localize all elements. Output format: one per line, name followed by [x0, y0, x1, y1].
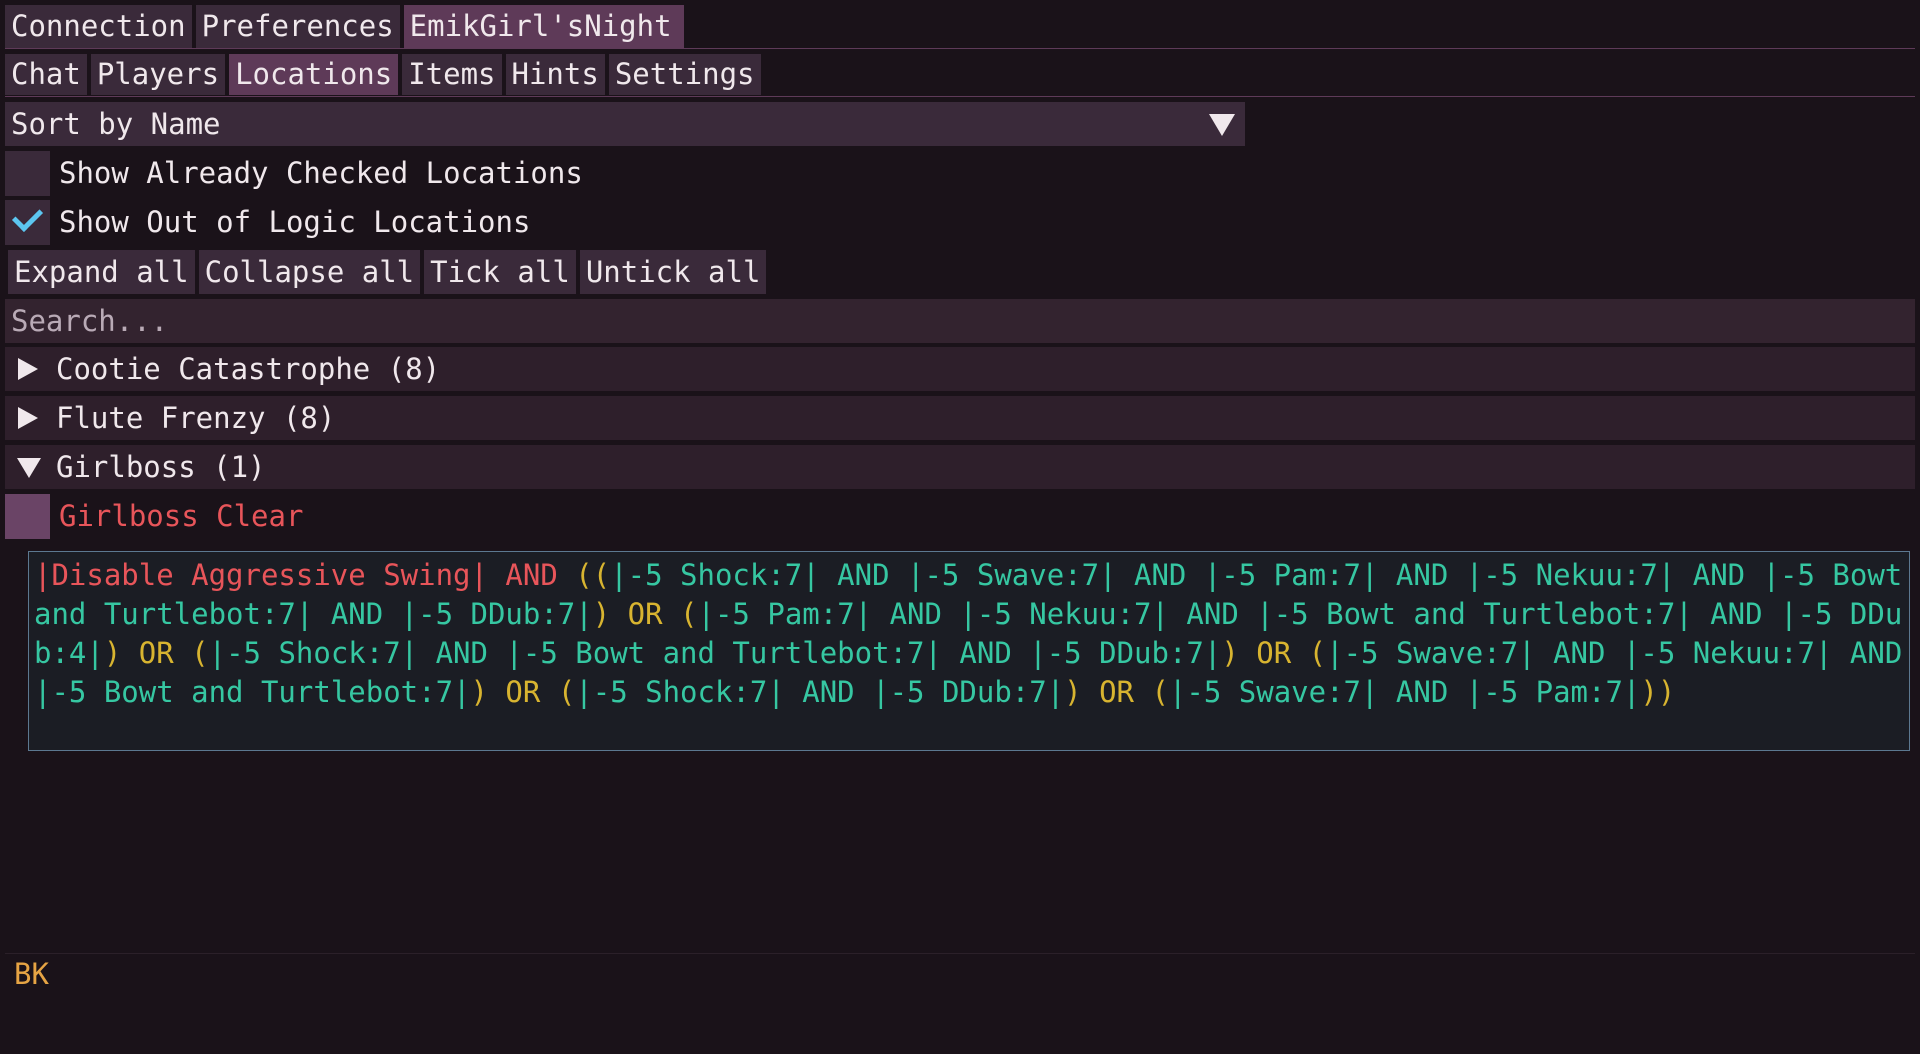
- logic-segment: ): [592, 597, 611, 631]
- logic-segment: |-5 Bowt and Turtlebot:7|: [505, 636, 942, 670]
- logic-segment: AND: [1535, 636, 1623, 670]
- sort-dropdown[interactable]: Sort by Name: [5, 102, 1245, 146]
- tab-players[interactable]: Players: [90, 54, 226, 95]
- logic-segment: AND: [1378, 558, 1466, 592]
- main-tab-divider: [5, 48, 1915, 49]
- logic-segment: AND: [1675, 558, 1763, 592]
- location-label: Girlboss Clear: [59, 499, 304, 533]
- logic-segment: AND: [1116, 558, 1204, 592]
- logic-segment: |-5 Shock:7|: [208, 636, 419, 670]
- logic-segment: |-5 Nekuu:7|: [1465, 558, 1676, 592]
- show-out-of-logic-row[interactable]: Show Out of Logic Locations: [5, 199, 530, 245]
- logic-segment: |-5 Swave:7|: [1168, 675, 1379, 709]
- logic-segment: OR: [610, 597, 681, 631]
- logic-segment: ((: [575, 558, 611, 592]
- expand-all-button[interactable]: Expand all: [8, 250, 195, 294]
- tab-preferences[interactable]: Preferences: [195, 5, 400, 48]
- logic-segment: |-5 Bowt and Turtlebot:7|: [1256, 597, 1693, 631]
- expand-triangle-icon: [18, 407, 38, 429]
- logic-requirements-tooltip: |Disable Aggressive Swing| AND ((|-5 Sho…: [28, 551, 1910, 751]
- logic-segment: ): [103, 636, 122, 670]
- group-label: Flute Frenzy (8): [56, 401, 336, 435]
- logic-segment: |-5 Shock:7|: [575, 675, 785, 709]
- logic-segment: |-5 DDub:7|: [872, 675, 1065, 709]
- logic-segment: |-5 Pam:7|: [1465, 675, 1641, 709]
- search-input[interactable]: [5, 299, 1915, 343]
- logic-segment: (: [680, 597, 698, 631]
- logic-segment: ): [1221, 636, 1239, 670]
- logic-segment: (: [1308, 636, 1327, 670]
- expand-triangle-icon: [18, 358, 38, 380]
- logic-segment: |Disable Aggressive Swing|: [34, 558, 488, 592]
- logic-segment: OR: [487, 675, 558, 709]
- tab-settings[interactable]: Settings: [608, 54, 761, 95]
- sort-dropdown-value: Sort by Name: [11, 107, 221, 141]
- logic-segment: AND: [1832, 636, 1903, 670]
- logic-segment: AND: [819, 558, 908, 592]
- tab-hints[interactable]: Hints: [505, 54, 605, 95]
- location-row-girlboss-clear[interactable]: Girlboss Clear: [5, 493, 303, 539]
- show-checked-locations-row[interactable]: Show Already Checked Locations: [5, 150, 583, 196]
- tab-items[interactable]: Items: [402, 54, 502, 95]
- group-header-flute-frenzy[interactable]: Flute Frenzy (8): [5, 396, 1915, 440]
- tab-chat[interactable]: Chat: [5, 54, 87, 95]
- status-divider: [5, 953, 1915, 954]
- logic-segment: (: [1151, 675, 1169, 709]
- logic-segment: |-5 Pam:7|: [1203, 558, 1379, 592]
- main-tab-bar: Connection Preferences EmikGirl'sNight: [5, 5, 684, 48]
- group-label: Cootie Catastrophe (8): [56, 352, 441, 386]
- logic-segment: (: [557, 675, 576, 709]
- logic-segment: OR: [1238, 636, 1309, 670]
- logic-segment: |-5 Nekuu:7|: [1622, 636, 1833, 670]
- sub-tab-bar: Chat Players Locations Items Hints Setti…: [5, 54, 761, 95]
- logic-segment: (: [191, 636, 209, 670]
- dropdown-triangle-icon: [1209, 114, 1235, 136]
- show-out-of-logic-label: Show Out of Logic Locations: [59, 205, 531, 239]
- logic-segment: AND: [1168, 597, 1257, 631]
- logic-segment: AND: [872, 597, 960, 631]
- logic-segment: |-5 Bowt and Turtlebot:7|: [34, 675, 471, 709]
- location-checkbox[interactable]: [5, 493, 50, 539]
- tab-locations[interactable]: Locations: [229, 54, 399, 95]
- logic-segment: OR: [121, 636, 192, 670]
- logic-segment: AND: [418, 636, 506, 670]
- logic-segment: |-5 Shock:7|: [610, 558, 820, 592]
- logic-segment: |-5 Swave:7|: [1326, 636, 1536, 670]
- logic-segment: |-5 Swave:7|: [907, 558, 1117, 592]
- logic-segment: ): [1064, 675, 1082, 709]
- logic-segment: AND: [941, 636, 1030, 670]
- group-header-girlboss[interactable]: Girlboss (1): [5, 445, 1915, 489]
- logic-segment: AND: [784, 675, 873, 709]
- show-checked-locations-checkbox[interactable]: [5, 150, 50, 196]
- status-text: BK: [14, 957, 49, 991]
- logic-segment: ): [470, 675, 488, 709]
- tab-game-session[interactable]: EmikGirl'sNight: [403, 5, 684, 48]
- logic-segment: AND: [487, 558, 576, 592]
- untick-all-button[interactable]: Untick all: [579, 250, 767, 294]
- logic-segment: |-5 DDub:7|: [400, 597, 593, 631]
- logic-segment: |-5 Pam:7|: [697, 597, 873, 631]
- logic-segment: |-5 DDub:7|: [1029, 636, 1222, 670]
- logic-segment: )): [1640, 675, 1676, 709]
- group-label: Girlboss (1): [56, 450, 266, 484]
- logic-segment: AND: [1692, 597, 1781, 631]
- tab-connection[interactable]: Connection: [5, 5, 192, 48]
- collapse-all-button[interactable]: Collapse all: [198, 250, 421, 294]
- group-header-cootie-catastrophe[interactable]: Cootie Catastrophe (8): [5, 347, 1915, 391]
- collapse-triangle-icon: [17, 458, 41, 478]
- logic-segment: |-5 Nekuu:7|: [959, 597, 1169, 631]
- location-actions: Expand all Collapse all Tick all Untick …: [8, 250, 767, 294]
- client-window: Connection Preferences EmikGirl'sNight C…: [0, 0, 1920, 1054]
- show-checked-locations-label: Show Already Checked Locations: [59, 156, 583, 190]
- logic-segment: OR: [1081, 675, 1152, 709]
- sub-tab-divider: [5, 96, 1915, 97]
- tick-all-button[interactable]: Tick all: [424, 250, 576, 294]
- show-out-of-logic-checkbox[interactable]: [5, 199, 50, 245]
- logic-segment: AND: [313, 597, 401, 631]
- logic-segment: AND: [1378, 675, 1466, 709]
